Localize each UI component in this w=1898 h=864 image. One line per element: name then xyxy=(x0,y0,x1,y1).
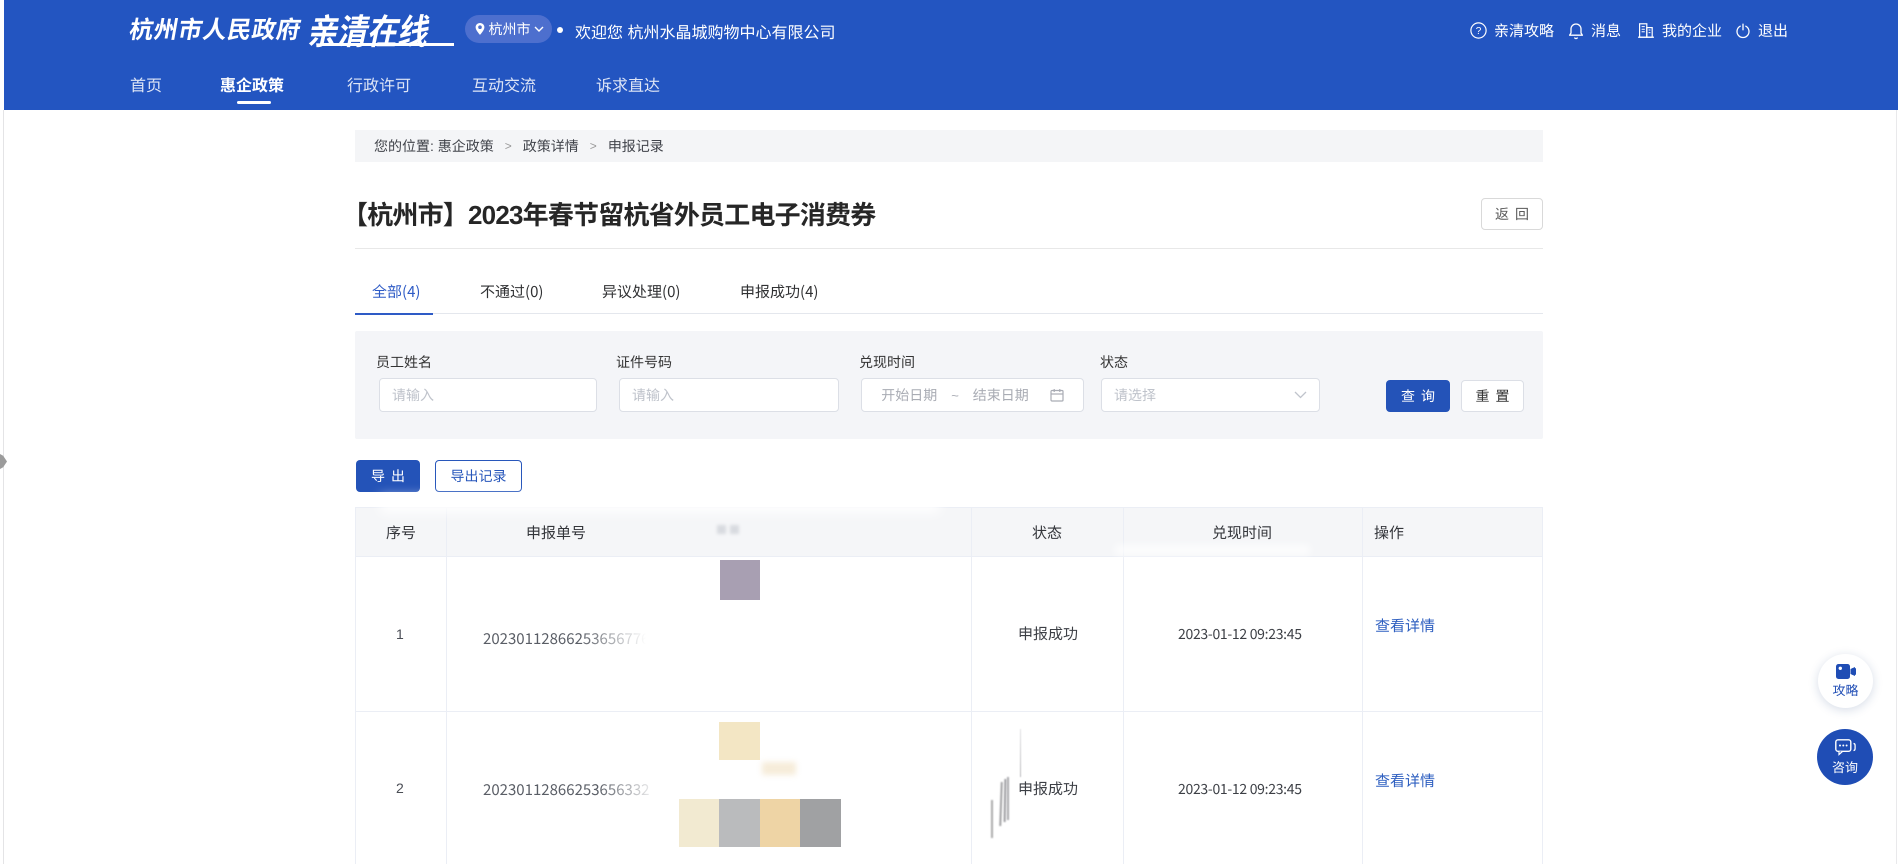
svg-text:?: ? xyxy=(1476,26,1482,37)
